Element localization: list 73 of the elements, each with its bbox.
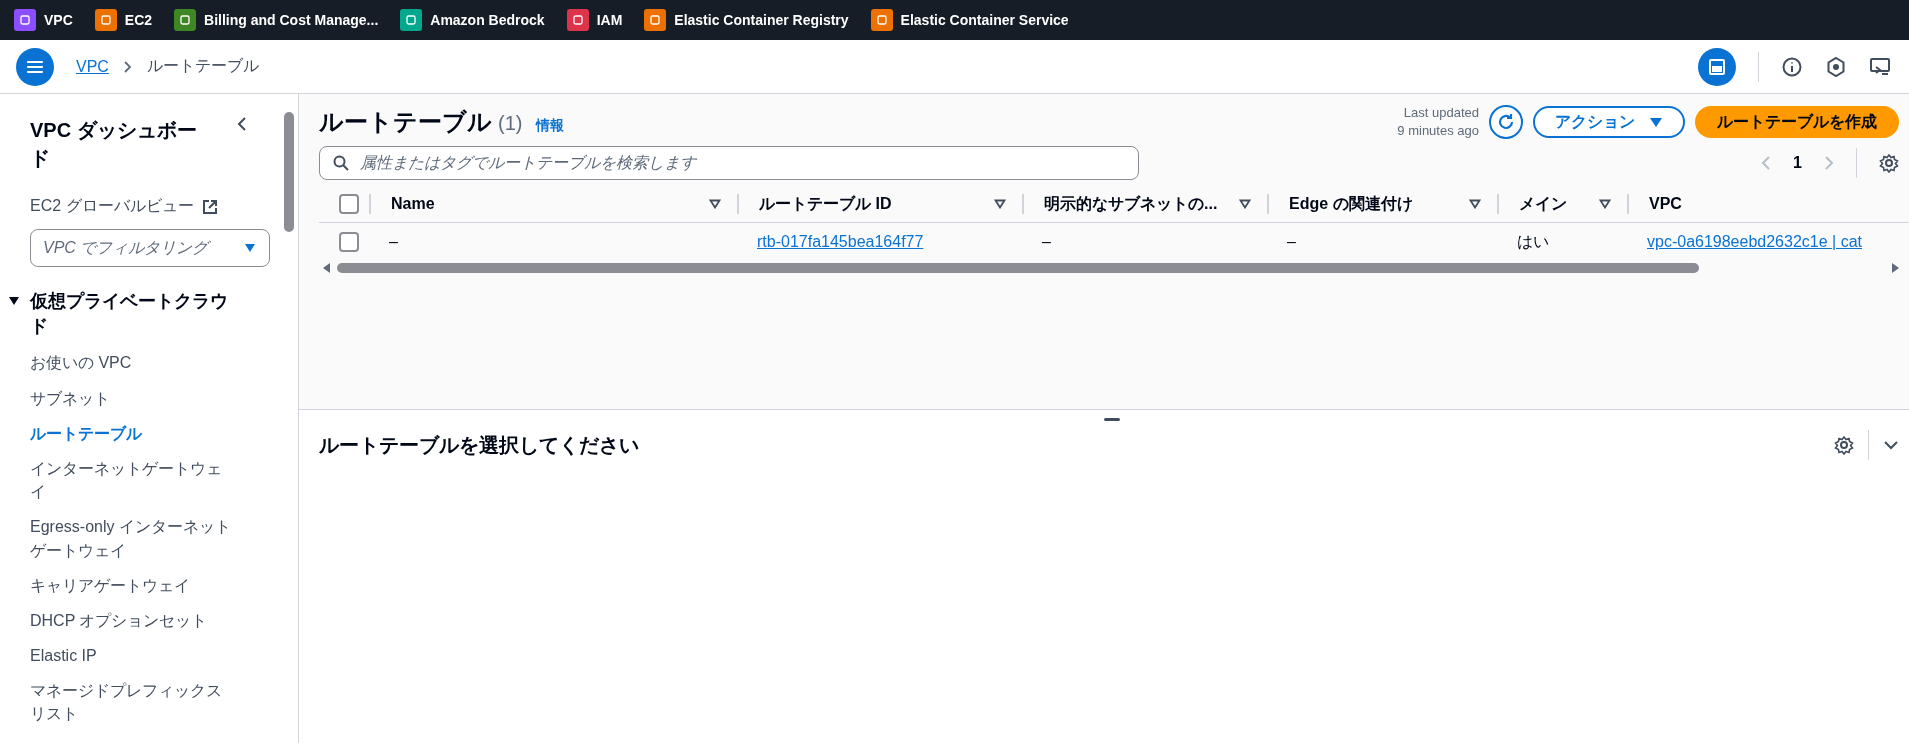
settings-icon[interactable] [1834, 435, 1854, 455]
caret-icon [244, 243, 256, 253]
caret-icon [8, 296, 20, 306]
sidebar-item[interactable]: Egress-only インターネットゲートウェイ [30, 515, 235, 562]
table-link[interactable]: rtb-017fa145bea164f77 [757, 233, 924, 252]
sidebar-item[interactable]: サブネット [30, 386, 235, 410]
breadcrumb-current: ルートテーブル [146, 56, 259, 76]
create-button[interactable]: ルートテーブルを作成 [1695, 106, 1899, 139]
select-all-checkbox[interactable] [339, 194, 359, 215]
caret-icon [1649, 116, 1663, 128]
column-header[interactable]: Name [391, 195, 435, 214]
global-view-link[interactable]: EC2 グローバルビュー [30, 196, 298, 217]
favorite-link[interactable]: VPC [14, 9, 73, 31]
info-link[interactable]: 情報 [536, 117, 565, 136]
table-cell: – [1287, 233, 1296, 252]
resize-handle[interactable] [1104, 418, 1120, 421]
table-link[interactable]: vpc-0a6198eebd2632c1e | cat [1647, 233, 1862, 252]
terminal-icon[interactable] [1869, 55, 1893, 78]
chevron-down-icon[interactable] [1883, 439, 1899, 451]
table-cell: – [389, 233, 398, 252]
sort-icon[interactable] [1599, 199, 1611, 210]
refresh-button[interactable] [1489, 105, 1523, 140]
collapse-icon[interactable] [236, 116, 248, 132]
favorite-link[interactable]: IAM [566, 9, 623, 31]
scroll-right-icon[interactable] [1891, 263, 1899, 274]
favorite-link[interactable]: Billing and Cost Manage... [174, 9, 379, 31]
table-cell-text: はい [1517, 231, 1549, 252]
row-checkbox[interactable] [339, 232, 359, 253]
item-count: (1) [498, 112, 523, 136]
column-header[interactable]: VPC [1649, 195, 1682, 214]
sidebar-item[interactable]: マネージドプレフィックスリスト [30, 679, 235, 726]
table-cell: – [1042, 233, 1051, 252]
sidebar-item[interactable]: Elastic IP [30, 644, 235, 668]
chevron-right-icon [122, 59, 133, 74]
window-icon [1708, 57, 1726, 76]
favorite-link[interactable]: Elastic Container Service [870, 9, 1069, 31]
actions-dropdown[interactable]: アクション [1533, 106, 1685, 139]
search-field[interactable]: 属性またはタグでルートテーブルを検索します [319, 146, 1139, 181]
menu-button[interactable] [16, 47, 54, 86]
external-link-icon [201, 198, 218, 215]
column-header[interactable]: ルートテーブル ID [759, 193, 892, 215]
section-toggle[interactable]: 仮想プライベートクラウド [8, 289, 244, 340]
sort-icon[interactable] [1469, 199, 1481, 210]
favorite-link[interactable]: EC2 [94, 9, 153, 31]
scrollbar[interactable] [284, 112, 294, 232]
column-header[interactable]: Edge の関連付け [1289, 193, 1413, 215]
sidebar-item[interactable]: キャリアゲートウェイ [30, 573, 235, 597]
favorite-link[interactable]: Elastic Container Registry [644, 9, 849, 31]
filter-dropdown[interactable]: VPC でフィルタリング [30, 229, 270, 267]
sidebar-title: VPC ダッシュボード [30, 118, 198, 171]
sidebar-item[interactable]: ルートテーブル [30, 421, 235, 445]
column-header[interactable]: 明示的なサブネットの... [1044, 193, 1218, 215]
panel-toggle-button[interactable] [1698, 47, 1736, 86]
search-icon [333, 155, 349, 172]
sidebar-item[interactable]: DHCP オプションセット [30, 608, 235, 633]
last-updated-text: Last updated 9 minutes ago [1397, 104, 1479, 141]
sort-icon[interactable] [1239, 199, 1251, 210]
sort-icon[interactable] [994, 199, 1006, 210]
breadcrumb-link[interactable]: VPC [76, 57, 109, 76]
page-number[interactable]: 1 [1793, 154, 1802, 173]
sort-icon[interactable] [709, 199, 721, 210]
sidebar-item[interactable]: お使いの VPC [30, 351, 235, 375]
menu-icon [26, 58, 44, 75]
info-icon[interactable] [1781, 55, 1803, 78]
column-header[interactable]: メイン [1519, 193, 1567, 215]
favorite-link[interactable]: Amazon Bedrock [400, 9, 545, 31]
page-title: ルートテーブル [319, 107, 492, 138]
hexagon-icon[interactable] [1825, 55, 1847, 78]
detail-title: ルートテーブルを選択してください [319, 432, 639, 458]
sidebar-item[interactable]: インターネットゲートウェイ [30, 456, 235, 504]
settings-icon[interactable] [1879, 153, 1899, 174]
scroll-left-icon[interactable] [323, 263, 331, 274]
scrollbar[interactable] [337, 263, 1700, 274]
